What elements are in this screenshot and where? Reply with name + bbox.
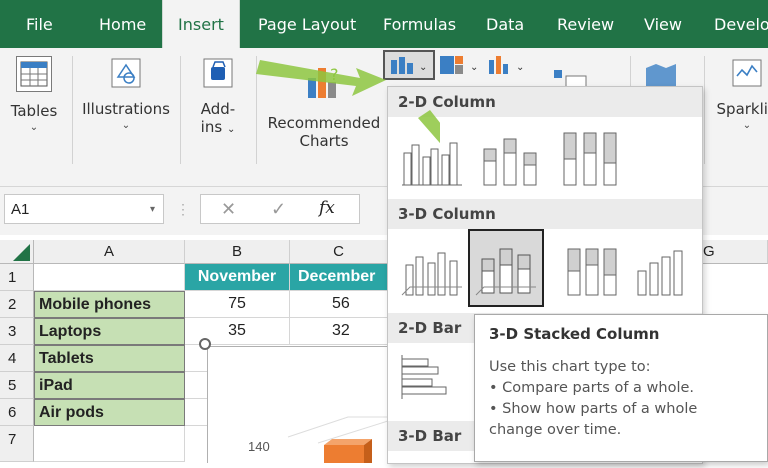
header-december[interactable]: December	[290, 264, 388, 291]
label-tablets[interactable]: Tablets	[34, 345, 185, 372]
tab-insert[interactable]: Insert	[162, 0, 240, 48]
tab-developer[interactable]: Develop	[714, 0, 768, 48]
3d-stacked-column-option[interactable]	[468, 229, 544, 307]
cell-a7[interactable]	[34, 426, 185, 462]
name-box[interactable]: A1 ▾	[4, 194, 164, 224]
group-divider	[704, 56, 705, 164]
cell-b2[interactable]: 75	[185, 291, 290, 318]
cell-b6[interactable]	[185, 399, 207, 426]
chart-resize-handle[interactable]	[199, 338, 211, 350]
chevron-down-icon: ⌄	[121, 120, 131, 131]
cell-b5[interactable]	[185, 372, 207, 399]
chevron-down-icon: ▾	[149, 204, 155, 215]
chart-bar	[324, 445, 364, 463]
tooltip-title: 3-D Stacked Column	[489, 325, 660, 343]
tables-button[interactable]: Tables ⌄	[4, 56, 64, 133]
row-header-7[interactable]: 7	[0, 426, 34, 462]
row-header-5[interactable]: 5	[0, 372, 34, 399]
name-box-value: A1	[11, 201, 30, 218]
illustrations-button[interactable]: Illustrations ⌄	[80, 56, 172, 131]
cell-a1[interactable]	[34, 264, 185, 291]
svg-text:⌄: ⌄	[470, 62, 478, 73]
addins-label-1: Add-	[200, 100, 236, 118]
clustered-bar-option[interactable]	[396, 347, 470, 419]
statistic-chart-button[interactable]: ⌄	[486, 54, 530, 78]
chevron-down-icon: ⌄	[742, 120, 752, 131]
tooltip-bullet-1: • Compare parts of a whole.	[489, 380, 695, 396]
label-ipad[interactable]: iPad	[34, 372, 185, 399]
column-header-c[interactable]: C	[290, 240, 388, 264]
tab-view[interactable]: View	[644, 0, 682, 48]
chevron-down-icon: ⌄	[29, 122, 39, 133]
tab-page-layout[interactable]: Page Layout	[258, 0, 356, 48]
arrow-right-icon	[256, 60, 386, 96]
label-laptops[interactable]: Laptops	[34, 318, 185, 345]
100-stacked-column-option[interactable]	[556, 123, 630, 195]
label-air-pods[interactable]: Air pods	[34, 399, 185, 426]
sparkline-icon	[730, 56, 764, 90]
chart-axis-tick-label: 140	[248, 439, 270, 454]
hierarchy-chart-button[interactable]: ⌄	[438, 54, 484, 78]
sparklines-button[interactable]: Sparklin ⌄	[712, 56, 768, 131]
column-header-b[interactable]: B	[185, 240, 290, 264]
store-icon	[201, 56, 235, 90]
tooltip-intro: Use this chart type to:	[489, 359, 651, 375]
cell-c2[interactable]: 56	[290, 291, 388, 318]
row-header-3[interactable]: 3	[0, 318, 34, 345]
chart-area[interactable]: 140	[207, 346, 389, 463]
guide-arrows	[256, 60, 440, 144]
label-mobile-phones[interactable]: Mobile phones	[34, 291, 185, 318]
row-header-6[interactable]: 6	[0, 399, 34, 426]
3d-column-option[interactable]	[628, 235, 702, 307]
3d-clustered-column-option[interactable]	[396, 235, 470, 307]
row-header-2[interactable]: 2	[0, 291, 34, 318]
tables-label: Tables	[10, 102, 58, 120]
stacked-column-option[interactable]	[476, 123, 550, 195]
row-header-4[interactable]: 4	[0, 345, 34, 372]
sparklines-label: Sparklin	[716, 100, 768, 118]
group-divider	[180, 56, 181, 164]
illustrations-label: Illustrations	[82, 100, 170, 118]
tab-file[interactable]: File	[26, 0, 53, 48]
tab-review[interactable]: Review	[557, 0, 614, 48]
cancel-icon[interactable]: ✕	[221, 199, 236, 220]
group-divider	[72, 56, 73, 164]
select-all-corner[interactable]	[0, 240, 34, 264]
header-november[interactable]: November	[185, 264, 290, 291]
shapes-icon	[109, 56, 143, 90]
table-icon	[16, 56, 52, 92]
chart-bar-top	[324, 439, 372, 445]
svg-text:⌄: ⌄	[516, 62, 524, 73]
column-header-g[interactable]: G	[701, 240, 768, 264]
3d-100-stacked-column-option[interactable]	[556, 235, 630, 307]
tab-home[interactable]: Home	[99, 0, 146, 48]
chart-type-tooltip: 3-D Stacked Column Use this chart type t…	[474, 314, 768, 462]
grip-icon: ⋮	[176, 201, 190, 217]
tab-data[interactable]: Data	[486, 0, 524, 48]
ribbon-tab-bar: File Home Insert Page Layout Formulas Da…	[0, 0, 768, 48]
tooltip-bullet-2: • Show how parts of a whole	[489, 401, 698, 417]
tooltip-bullet-3: change over time.	[489, 422, 622, 438]
arrow-down-icon	[418, 110, 440, 144]
tab-formulas[interactable]: Formulas	[383, 0, 456, 48]
cell-c3[interactable]: 32	[290, 318, 388, 345]
row-header-1[interactable]: 1	[0, 264, 34, 291]
column-header-a[interactable]: A	[34, 240, 185, 264]
addins-label-2: ins	[200, 118, 223, 136]
chevron-down-icon: ⌄	[226, 124, 236, 135]
